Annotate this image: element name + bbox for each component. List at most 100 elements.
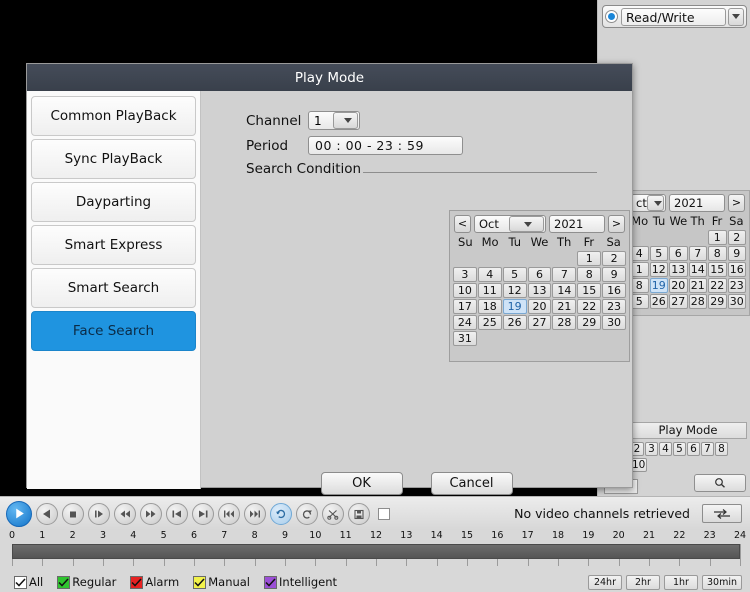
channel-number-button[interactable]: 6 (687, 442, 700, 456)
background-days-grid[interactable]: 1 2 4 5 6 7 8 9 1 12 13 14 15 16 8 19 20 21 22 23 5 26 27 28 29 3… (627, 229, 749, 312)
legend-checkbox[interactable] (57, 575, 71, 589)
calendar-day-cell[interactable]: 2 (727, 230, 746, 245)
ok-button[interactable]: OK (320, 472, 403, 495)
chevron-down-icon[interactable] (647, 195, 664, 211)
calendar-day-cell[interactable]: 16 (602, 283, 626, 298)
calendar-day-cell[interactable]: 1 (708, 230, 727, 245)
month-select[interactable]: Oct (474, 215, 546, 233)
calendar-day-cell[interactable]: 28 (688, 294, 707, 309)
legend-item-manual[interactable]: Manual (193, 575, 250, 589)
next-frame-button[interactable] (244, 502, 266, 525)
calendar-day-cell[interactable]: 7 (552, 267, 577, 282)
stop-button[interactable] (62, 502, 84, 525)
calendar-day-cell[interactable]: 28 (552, 315, 577, 330)
fast-forward-button[interactable] (140, 502, 162, 525)
calendar-day-cell[interactable]: 15 (577, 283, 602, 298)
sidebar-item-smart-search[interactable]: Smart Search (31, 268, 196, 308)
clip-button[interactable] (322, 502, 344, 525)
next-month-button[interactable]: > (608, 215, 625, 233)
calendar-day-cell[interactable]: 14 (552, 283, 577, 298)
calendar-day-cell[interactable]: 24 (453, 315, 477, 330)
radio-selected-icon[interactable] (605, 10, 618, 23)
sidebar-item-dayparting[interactable]: Dayparting (31, 182, 196, 222)
legend-checkbox[interactable] (130, 575, 144, 589)
legend-item-intelligent[interactable]: Intelligent (264, 575, 337, 589)
previous-month-button[interactable]: < (454, 215, 471, 233)
channel-number-button[interactable]: 7 (701, 442, 714, 456)
calendar-day-cell[interactable]: 16 (727, 262, 746, 277)
zoom-button-30min[interactable]: 30min (701, 574, 742, 590)
calendar-day-cell[interactable]: 23 (602, 299, 626, 314)
background-search-button[interactable] (694, 474, 746, 492)
read-write-selector[interactable]: Read/Write (602, 5, 747, 28)
legend-checkbox[interactable] (14, 575, 27, 589)
legend-item-regular[interactable]: Regular (57, 575, 116, 589)
calendar-day-cell[interactable]: 26 (502, 315, 527, 330)
legend-checkbox[interactable] (264, 575, 278, 589)
calendar-day-cell[interactable]: 22 (577, 299, 602, 314)
background-calendar[interactable]: ct 2021 > Mo Tu We Th Fr Sa 1 2 4 5 6 7 8 9 1 12 13 14 15… (626, 190, 750, 316)
period-input[interactable]: 00 : 00 - 23 : 59 (308, 136, 463, 155)
calendar-day-cell[interactable]: 26 (649, 294, 668, 309)
repeat-button[interactable] (296, 502, 318, 525)
calendar-day-cell[interactable]: 17 (453, 299, 477, 314)
calendar-day-cell[interactable]: 21 (552, 299, 577, 314)
calendar-day-cell[interactable]: 10 (453, 283, 477, 298)
channel-number-button[interactable]: 4 (659, 442, 672, 456)
background-channel-number-list[interactable]: 2 3 4 5 6 7 8 10 (626, 439, 750, 472)
calendar-day-cell[interactable]: 30 (727, 294, 746, 309)
play-button[interactable] (6, 500, 32, 527)
calendar-day-cell[interactable]: 30 (602, 315, 626, 330)
timeline-track[interactable] (12, 544, 740, 559)
channel-number-button[interactable]: 3 (645, 442, 658, 456)
calendar-day-cell[interactable]: 31 (453, 331, 477, 346)
refresh-button[interactable] (702, 504, 742, 523)
channel-number-button[interactable]: 10 (631, 458, 648, 472)
calendar-day-cell[interactable]: 13 (527, 283, 552, 298)
calendar-day-cell[interactable]: 23 (727, 278, 746, 293)
year-input[interactable]: 2021 (549, 215, 605, 233)
chevron-down-icon[interactable] (728, 7, 744, 26)
next-file-button[interactable] (192, 502, 214, 525)
calendar-day-cell[interactable]: 6 (669, 246, 688, 261)
cancel-button[interactable]: Cancel (430, 472, 513, 495)
loop-button[interactable] (270, 502, 292, 525)
calendar-day-cell[interactable]: 11 (477, 283, 502, 298)
calendar-day-cell[interactable]: 8 (577, 267, 602, 282)
calendar-day-cell[interactable]: 5 (649, 246, 668, 261)
sidebar-item-smart-express[interactable]: Smart Express (31, 225, 196, 265)
zoom-button-1hr[interactable]: 1hr (663, 574, 698, 590)
calendar-day-cell[interactable]: 1 (577, 251, 602, 266)
channel-number-button[interactable]: 8 (715, 442, 728, 456)
calendar-day-cell[interactable]: 9 (727, 246, 746, 261)
calendar-day-cell[interactable]: 18 (477, 299, 502, 314)
calendar-day-cell[interactable]: 25 (477, 315, 502, 330)
zoom-button-24hr[interactable]: 24hr (587, 574, 622, 590)
calendar-day-cell[interactable]: 15 (708, 262, 727, 277)
calendar-day-cell[interactable]: 9 (602, 267, 626, 282)
calendar-day-cell[interactable]: 20 (669, 278, 688, 293)
sidebar-item-common-playback[interactable]: Common PlayBack (31, 96, 196, 136)
toolbar-checkbox[interactable] (378, 507, 390, 520)
channel-number-button[interactable]: 5 (673, 442, 686, 456)
background-next-month-button[interactable]: > (728, 194, 745, 212)
calendar-day-cell[interactable]: 3 (453, 267, 477, 282)
calendar-day-cell[interactable]: 29 (577, 315, 602, 330)
calendar-day-cell[interactable]: 22 (708, 278, 727, 293)
calendar-day-cell[interactable]: 13 (669, 262, 688, 277)
calendar-day-cell[interactable]: 29 (708, 294, 727, 309)
calendar-day-cell[interactable]: 8 (708, 246, 727, 261)
calendar-day-cell[interactable]: 2 (602, 251, 626, 266)
legend-checkbox[interactable] (193, 575, 207, 589)
calendar-day-cell[interactable]: 12 (502, 283, 527, 298)
legend-item-all[interactable]: All (14, 575, 43, 589)
calendar-day-cell[interactable]: 6 (527, 267, 552, 282)
calendar-day-cell[interactable]: 14 (688, 262, 707, 277)
chevron-down-icon[interactable] (332, 112, 358, 129)
reverse-play-button[interactable] (36, 502, 58, 525)
calendar-day-cell[interactable]: 4 (477, 267, 502, 282)
background-year-value[interactable]: 2021 (669, 194, 725, 212)
calendar-day-cell[interactable]: 5 (502, 267, 527, 282)
calendar-day-cell[interactable]: 27 (669, 294, 688, 309)
slow-play-button[interactable] (88, 502, 110, 525)
